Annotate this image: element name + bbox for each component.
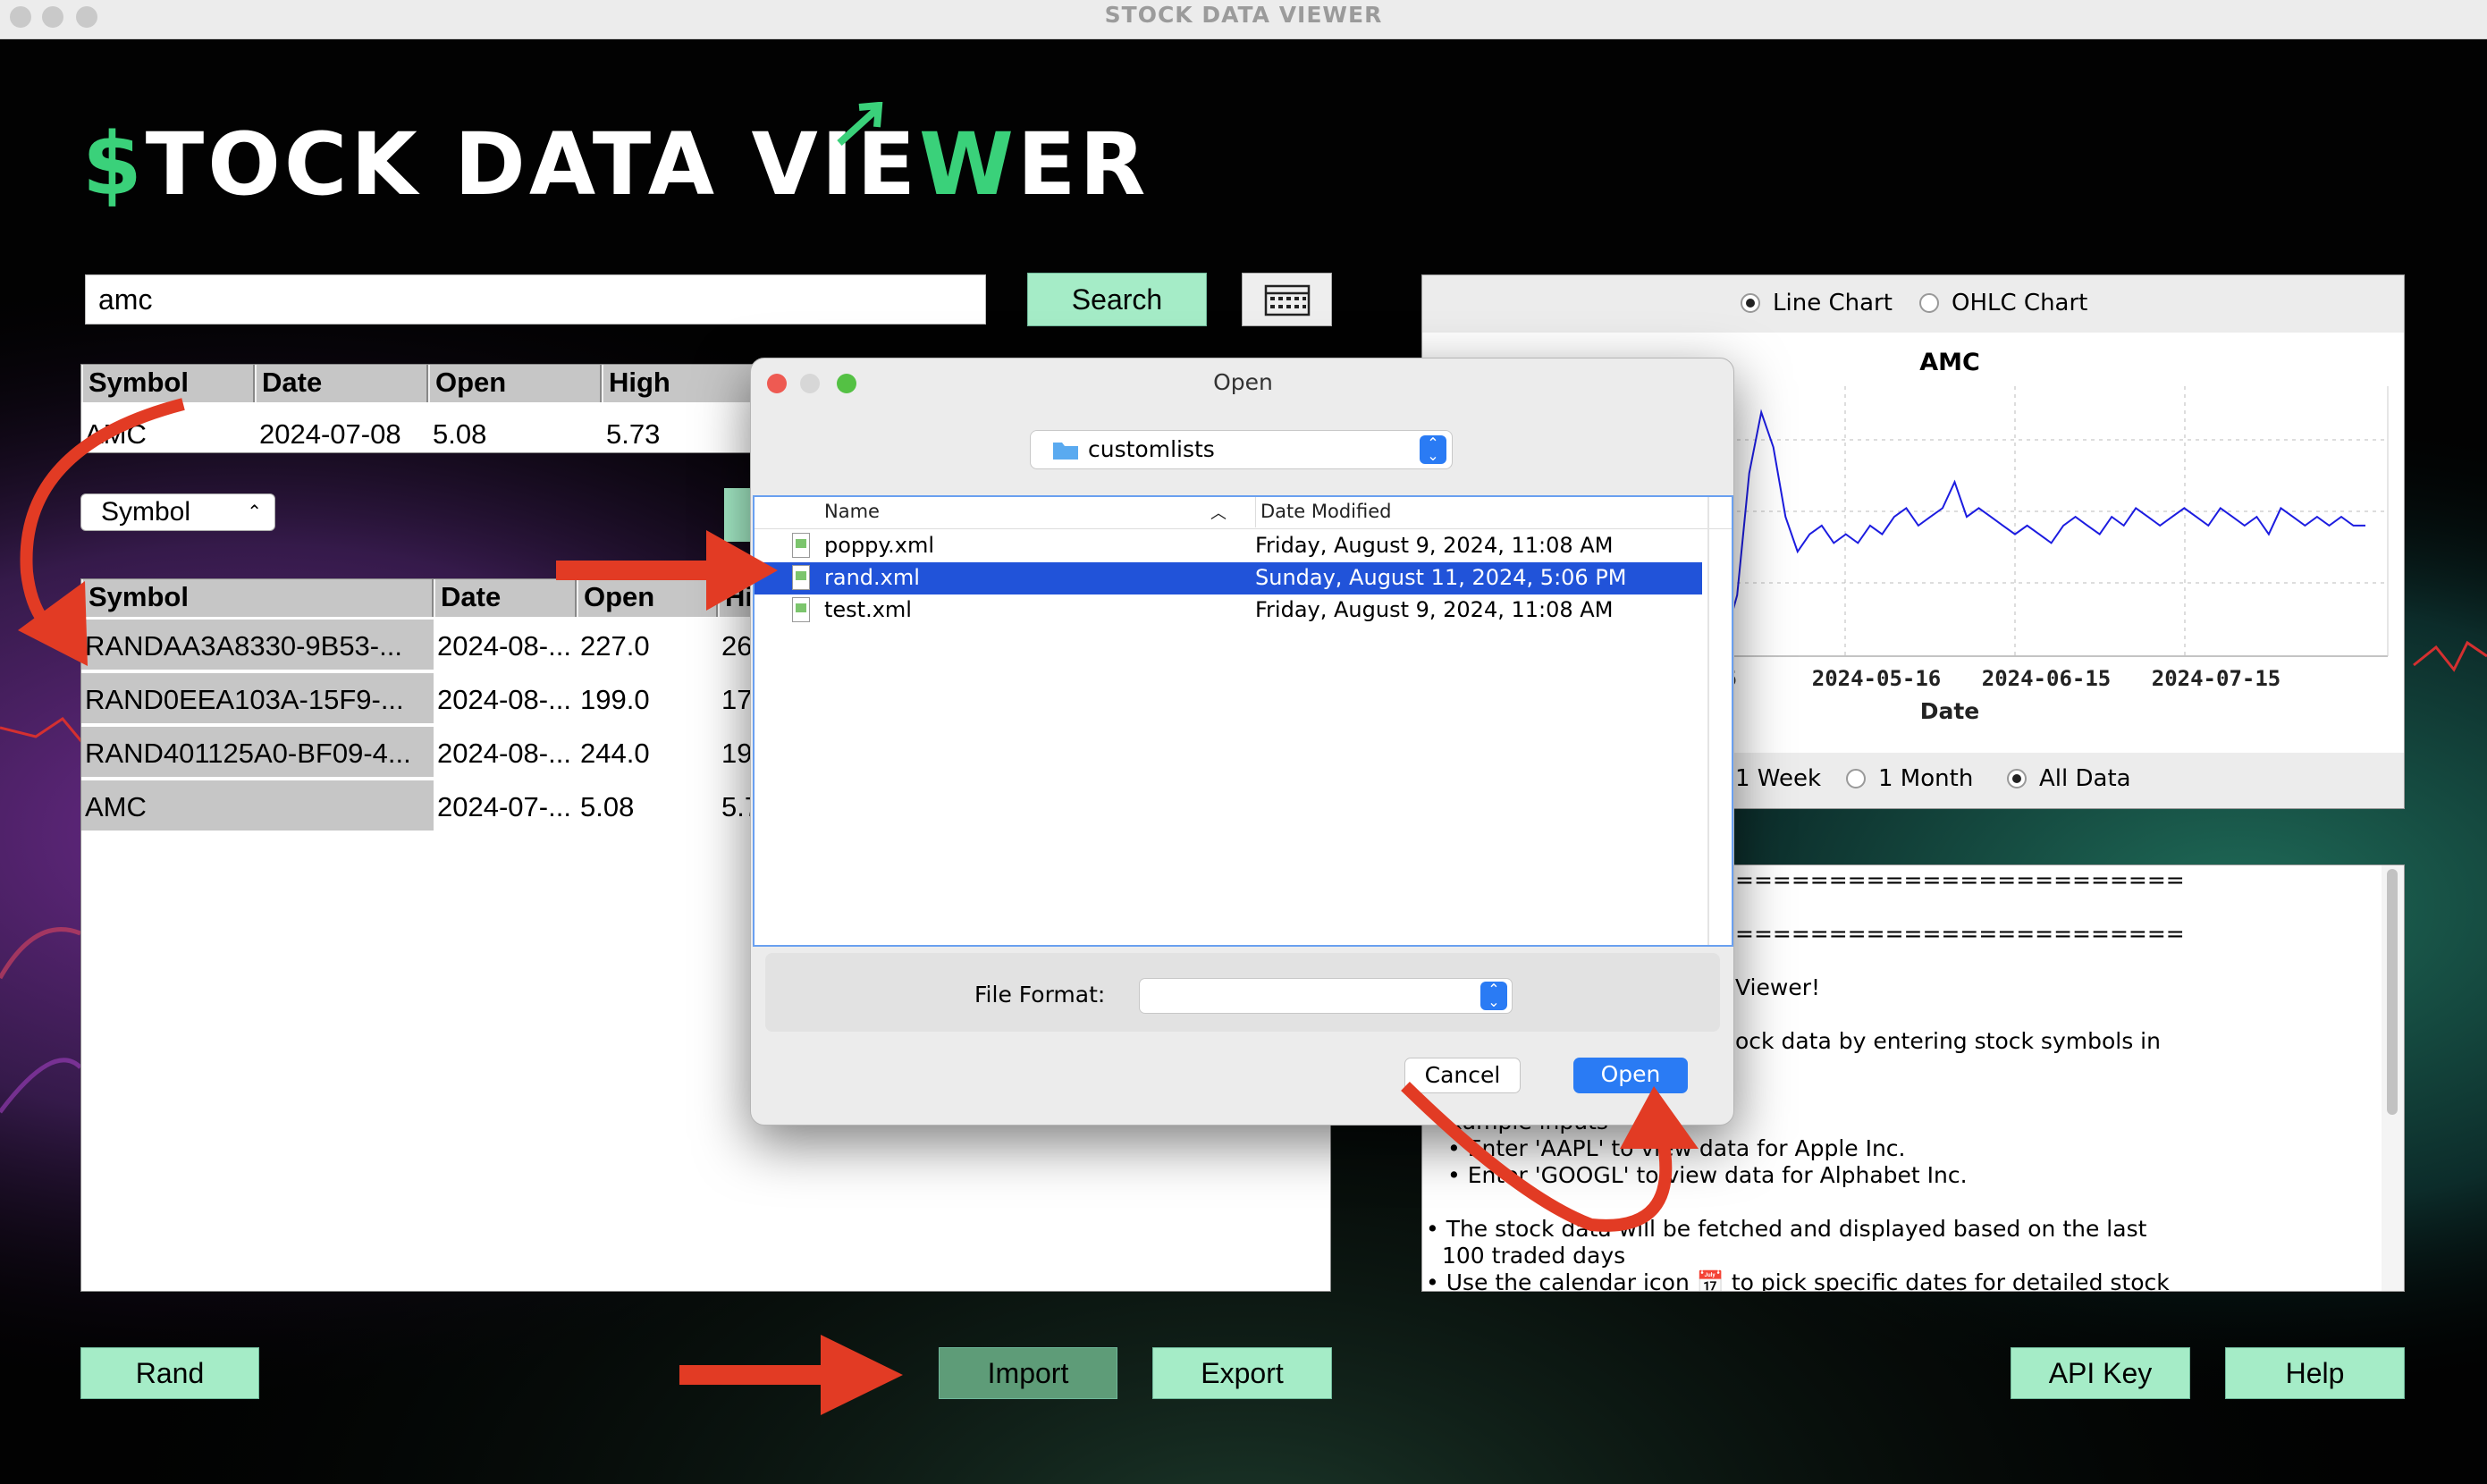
help-line: 100 traded days <box>1442 1243 1626 1269</box>
help-line: • Enter 'GOOGL' to view data for Alphabe… <box>1447 1162 1968 1188</box>
xml-file-icon <box>792 533 810 558</box>
x-tick-label: 2024-06-15 <box>1982 666 2112 691</box>
location-popup[interactable]: customlists ⌃ ⌄ <box>1030 430 1453 469</box>
file-date: Friday, August 9, 2024, 11:08 AM <box>1255 533 1614 558</box>
file-name: rand.xml <box>824 565 920 590</box>
file-row[interactable]: test.xml Friday, August 9, 2024, 11:08 AM <box>755 594 1702 627</box>
help-line: ock data by entering stock symbols in <box>1735 1028 2161 1054</box>
quote-table: Symbol Date Open High AMC 2024-07-08 5.0… <box>80 364 760 453</box>
app-logo: $TOCK DATA VIEWER <box>82 114 1150 215</box>
column-header[interactable]: Open <box>577 579 718 617</box>
x-tick-label: 2024-05-16 <box>1812 666 1942 691</box>
calendar-button[interactable] <box>1242 273 1332 326</box>
column-header[interactable]: Date <box>434 579 577 617</box>
table-cell[interactable]: 2024-08-... <box>437 630 571 662</box>
range-1-month-radio[interactable]: 1 Month <box>1846 765 1973 792</box>
search-input[interactable]: amc <box>85 274 986 325</box>
help-line: • The stock data will be fetched and dis… <box>1426 1216 2147 1242</box>
column-header[interactable]: Open <box>428 365 602 402</box>
chevron-updown-icon: ⌃ ⌄ <box>1420 435 1446 464</box>
table-cell[interactable]: 19 <box>721 738 752 770</box>
table-cell[interactable]: 5.08 <box>580 791 634 823</box>
xml-file-icon <box>792 597 810 622</box>
window-title: STOCK DATA VIEWER <box>1104 2 1383 28</box>
cancel-button[interactable]: Cancel <box>1404 1058 1521 1093</box>
rand-button[interactable]: Rand <box>80 1347 259 1399</box>
file-format-label: File Format: <box>974 982 1106 1008</box>
table-cell[interactable]: 17 <box>721 684 752 716</box>
table-cell[interactable]: 2024-07-08 <box>259 418 401 451</box>
select-value: Symbol <box>101 497 191 527</box>
date-modified-column-header[interactable]: Date Modified <box>1260 501 1391 522</box>
table-cell[interactable]: 26 <box>721 630 752 662</box>
chevron-updown-icon: ⌃ ⌄ <box>1480 982 1507 1010</box>
chart-title: AMC <box>1919 349 1980 376</box>
x-axis-label: Date <box>1920 698 1980 724</box>
file-format-area: File Format: ⌃ ⌄ <box>765 953 1720 1032</box>
symbol-select[interactable]: Symbol ⌃ <box>80 493 275 531</box>
folder-icon <box>1053 443 1078 460</box>
x-tick-label: 2024-07-15 <box>2152 666 2281 691</box>
table-cell[interactable]: RAND0EEA103A-15F9-... <box>85 684 404 716</box>
calendar-icon <box>1264 284 1311 316</box>
file-date: Sunday, August 11, 2024, 5:06 PM <box>1255 565 1627 590</box>
table-cell[interactable]: 5.08 <box>433 418 486 451</box>
file-row[interactable]: poppy.xml Friday, August 9, 2024, 11:08 A… <box>755 530 1702 562</box>
table-cell[interactable]: 2024-07-... <box>437 791 571 823</box>
name-column-header[interactable]: Name <box>824 501 880 522</box>
help-button[interactable]: Help <box>2225 1347 2405 1399</box>
range-all-data-radio[interactable]: All Data <box>2007 765 2131 792</box>
import-button[interactable]: Import <box>939 1347 1117 1399</box>
export-button[interactable]: Export <box>1152 1347 1332 1399</box>
file-list-header: Name ︿ Date Modified <box>755 497 1732 529</box>
radio-icon <box>1846 769 1866 788</box>
help-line: • Use the calendar icon 📅 to pick specif… <box>1426 1269 2170 1292</box>
open-file-dialog: Open customlists ⌃ ⌄ Name ︿ Date Modified… <box>750 358 1734 1126</box>
logo-up-arrow-icon <box>837 102 883 146</box>
column-header[interactable]: Symbol <box>81 365 255 402</box>
table-cell[interactable]: AMC <box>85 418 147 451</box>
file-date: Friday, August 9, 2024, 11:08 AM <box>1255 597 1614 622</box>
table-cell[interactable]: AMC <box>85 791 147 823</box>
scrollbar-thumb[interactable] <box>2387 869 2398 1115</box>
table-header: Symbol Date Open High <box>81 365 759 402</box>
help-line: Viewer! <box>1735 974 1821 1000</box>
help-line: • Enter 'AAPL' to view data for Apple In… <box>1447 1135 1906 1161</box>
column-header[interactable]: Symbol <box>81 579 434 617</box>
scrollbar-track[interactable] <box>2382 865 2404 1291</box>
file-name: poppy.xml <box>824 533 935 558</box>
column-divider <box>1255 497 1256 527</box>
column-header[interactable]: High <box>602 365 759 402</box>
file-row[interactable]: rand.xml Sunday, August 11, 2024, 5:06 PM <box>755 562 1702 594</box>
table-cell[interactable]: 5.73 <box>606 418 660 451</box>
line-chart-radio[interactable]: Line Chart <box>1741 290 1893 316</box>
radio-icon <box>1919 293 1939 313</box>
table-cell[interactable]: 199.0 <box>580 684 650 716</box>
open-button[interactable]: Open <box>1573 1058 1688 1093</box>
list-divider <box>1707 497 1709 945</box>
file-list[interactable]: Name ︿ Date Modified poppy.xml Friday, Au… <box>753 495 1733 947</box>
table-cell[interactable]: 227.0 <box>580 630 650 662</box>
table-cell[interactable]: 244.0 <box>580 738 650 770</box>
location-label: customlists <box>1088 436 1215 462</box>
api-key-button[interactable]: API Key <box>2011 1347 2190 1399</box>
sort-up-chevron-icon: ︿ <box>1210 504 1227 523</box>
table-cell[interactable]: 2024-08-... <box>437 684 571 716</box>
xml-file-icon <box>792 565 810 590</box>
table-cell[interactable]: RANDAA3A8330-9B53-... <box>85 630 402 662</box>
ohlc-chart-radio[interactable]: OHLC Chart <box>1919 290 2087 316</box>
search-button[interactable]: Search <box>1027 273 1207 326</box>
file-name: test.xml <box>824 597 912 622</box>
file-format-select[interactable]: ⌃ ⌄ <box>1139 978 1513 1014</box>
radio-selected-icon <box>2007 769 2027 788</box>
dialog-title: Open <box>1213 369 1273 395</box>
help-line: ======================== <box>1735 921 2185 947</box>
range-1-week-radio[interactable]: 1 Week <box>1735 765 1821 792</box>
help-line: ======================== <box>1735 867 2185 893</box>
chevron-updown-icon: ⌃ <box>247 502 262 522</box>
radio-selected-icon <box>1741 293 1760 313</box>
table-cell[interactable]: 2024-08-... <box>437 738 571 770</box>
table-cell[interactable]: RAND401125A0-BF09-4... <box>85 738 411 770</box>
column-header[interactable]: Date <box>255 365 428 402</box>
